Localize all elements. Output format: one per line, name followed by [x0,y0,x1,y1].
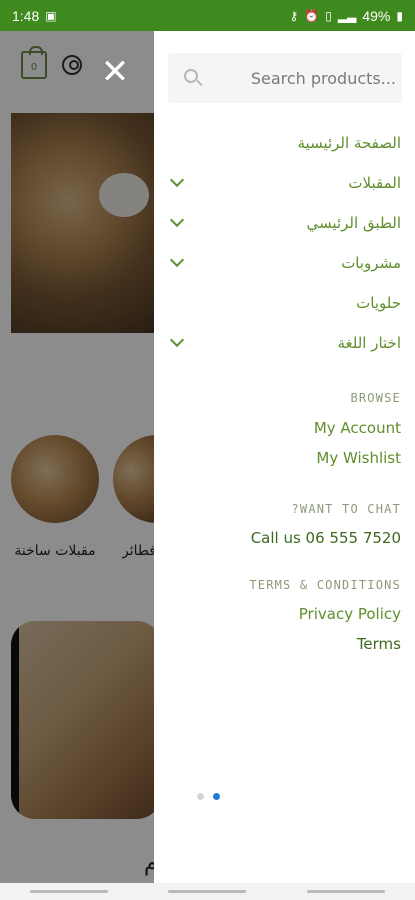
browse-heading: BROWSE [350,391,401,405]
status-time: 1:48 [12,7,40,24]
privacy-policy-link[interactable]: Privacy Policy [168,605,401,623]
battery-icon: ▮ [396,8,403,23]
menu-item-drinks[interactable]: مشروبات [168,248,401,278]
signal-icon: ▂▃ [337,8,357,23]
menu-item-label: الصفحة الرئيسية [297,134,402,152]
menu-item-label: اختار اللغة [337,334,401,352]
menu-item-label: مشروبات [341,254,401,272]
status-right: ⚷ ⏰ ▯ ▂▃ 49% ▮ [290,8,403,24]
image-icon: ▣ [45,8,57,23]
nav-back-pill[interactable] [30,890,109,893]
menu-item-desserts[interactable]: حلويات [168,288,401,318]
menu-item-language[interactable]: اختار اللغة [168,328,401,358]
menu-item-home[interactable]: الصفحة الرئيسية [168,128,402,158]
terms-link[interactable]: Terms [168,635,401,653]
chevron-down-icon[interactable] [169,252,185,268]
menu-item-label: المقبلات [348,174,401,192]
battery-percent: 49% [362,7,391,24]
menu-item-main-course[interactable]: الطبق الرئيسي [168,208,401,238]
chat-heading: ?WANT TO CHAT [291,502,401,516]
chevron-down-icon[interactable] [169,212,185,228]
key-icon: ⚷ [289,8,299,23]
search-icon[interactable] [184,69,198,83]
drawer-overlay[interactable] [0,31,154,883]
chevron-down-icon[interactable] [169,332,185,348]
side-drawer: الصفحة الرئيسية المقبلات الطبق الرئيسي م… [154,31,415,883]
pager-dot-active[interactable] [213,793,220,800]
search-box [168,53,402,103]
nav-home-pill[interactable] [168,890,247,893]
system-nav-bar [0,883,415,900]
menu-item-appetizers[interactable]: المقبلات [168,168,401,198]
search-input[interactable] [208,63,396,93]
close-icon[interactable]: ✕ [100,55,130,89]
my-wishlist-link[interactable]: My Wishlist [168,449,401,467]
status-bar: 1:48 ▣ ⚷ ⏰ ▯ ▂▃ 49% ▮ [0,0,415,31]
call-us-link[interactable]: Call us 06 555 7520 [168,529,401,547]
menu-item-label: حلويات [356,294,401,312]
menu-item-label: الطبق الرئيسي [306,214,401,232]
vibrate-icon: ▯ [325,8,332,23]
my-account-link[interactable]: My Account [168,419,401,437]
pager-dot[interactable] [197,793,204,800]
alarm-icon: ⏰ [304,8,320,23]
pager-dots [197,793,220,800]
status-left: 1:48 ▣ [12,8,57,24]
nav-recent-pill[interactable] [306,890,385,893]
chevron-down-icon[interactable] [169,172,185,188]
terms-heading: TERMS & CONDITIONS [249,578,401,592]
